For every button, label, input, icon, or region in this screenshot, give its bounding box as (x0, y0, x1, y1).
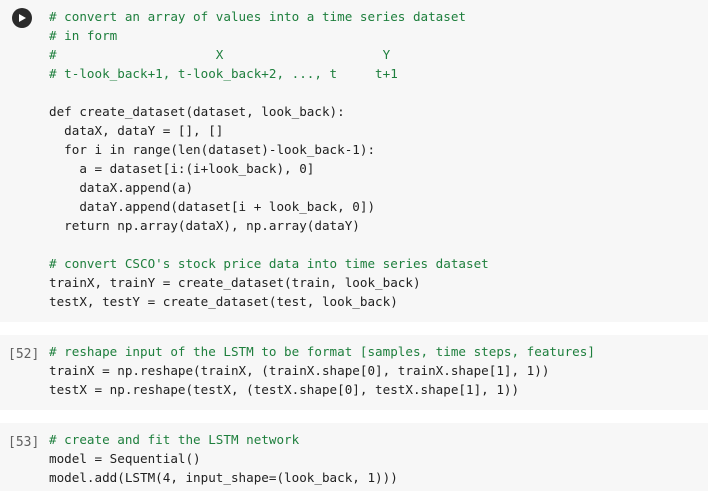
code-line: # create and fit the LSTM network (49, 432, 300, 447)
code-cell-1[interactable]: # convert an array of values into a time… (0, 0, 708, 322)
execution-count: [52] (8, 347, 40, 362)
code-line: trainX = np.reshape(trainX, (trainX.shap… (49, 363, 550, 378)
code-cell-3[interactable]: [53] # create and fit the LSTM network m… (0, 423, 708, 491)
code-editor[interactable]: # convert an array of values into a time… (49, 7, 489, 311)
play-icon (19, 14, 26, 22)
code-line: # convert an array of values into a time… (49, 9, 467, 24)
code-line: def create_dataset(dataset, look_back): (49, 104, 345, 119)
code-line: # reshape input of the LSTM to be format… (49, 344, 595, 359)
code-line: # in form (49, 28, 118, 43)
code-line: a = dataset[i:(i+look_back), 0] (49, 161, 315, 176)
code-line: dataX.append(a) (49, 180, 194, 195)
code-line: # t-look_back+1, t-look_back+2, ..., t t… (49, 66, 398, 81)
code-line: testX, testY = create_dataset(test, look… (49, 294, 398, 309)
code-line: # convert CSCO's stock price data into t… (49, 256, 489, 271)
code-editor[interactable]: # create and fit the LSTM network model … (49, 430, 398, 487)
code-line: dataX, dataY = [], [] (49, 123, 224, 138)
code-line: dataY.append(dataset[i + look_back, 0]) (49, 199, 376, 214)
code-line: # X Y (49, 47, 391, 62)
code-cell-2[interactable]: [52] # reshape input of the LSTM to be f… (0, 335, 708, 410)
code-line: return np.array(dataX), np.array(dataY) (49, 218, 360, 233)
execution-count: [53] (8, 435, 40, 450)
code-line: trainX, trainY = create_dataset(train, l… (49, 275, 421, 290)
code-line: testX = np.reshape(testX, (testX.shape[0… (49, 382, 520, 397)
code-line: model.add(LSTM(4, input_shape=(look_back… (49, 470, 398, 485)
code-line: model = Sequential() (49, 451, 201, 466)
code-editor[interactable]: # reshape input of the LSTM to be format… (49, 342, 595, 399)
run-cell-button[interactable] (12, 8, 32, 28)
code-line: for i in range(len(dataset)-look_back-1)… (49, 142, 376, 157)
